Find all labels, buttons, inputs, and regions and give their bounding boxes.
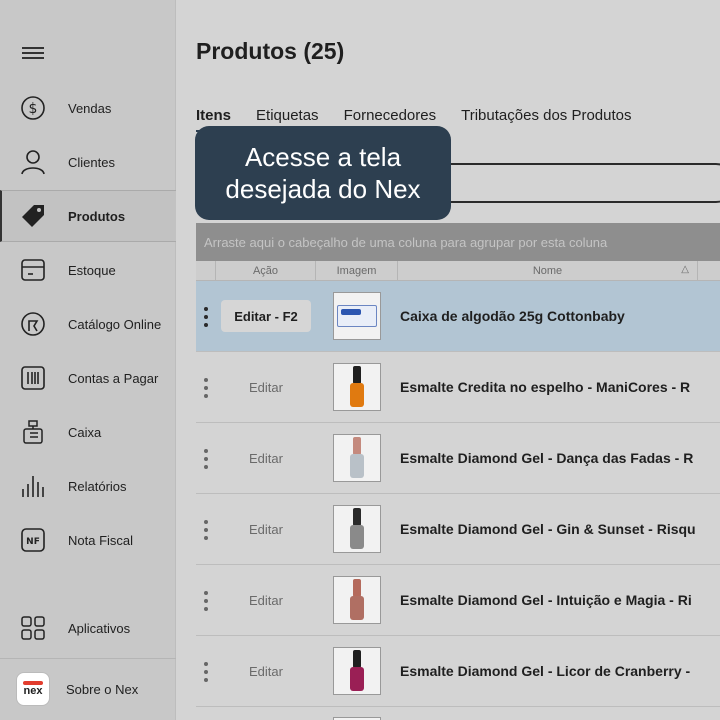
group-by-panel[interactable]: Arraste aqui o cabeçalho de uma coluna p… [196, 223, 720, 261]
person-icon [20, 149, 46, 175]
sidebar-item-nota-fiscal[interactable]: NF Nota Fiscal [0, 514, 176, 566]
table-row[interactable]: Editar Esmalte Diamond Gel - Dança das F… [196, 423, 720, 494]
sidebar-item-label: Catálogo Online [68, 316, 162, 332]
sidebar-item-label: Nota Fiscal [68, 532, 134, 548]
sidebar-item-label: Vendas [68, 100, 112, 116]
product-image [333, 576, 381, 624]
cotton-box-image [337, 305, 377, 327]
dollar-circle-icon: $ [20, 95, 46, 121]
tab-tributacoes[interactable]: Tributações dos Produtos [461, 107, 631, 130]
sidebar-item-estoque[interactable]: Estoque [0, 244, 176, 296]
product-name: Caixa de algodão 25g Cottonbaby [400, 308, 625, 324]
sidebar-item-catalogo[interactable]: Catálogo Online [0, 298, 176, 350]
sidebar-item-label: Estoque [68, 262, 116, 278]
sidebar-item-label: Relatórios [68, 478, 127, 494]
tag-icon [20, 203, 46, 229]
page-title: Produtos (25) [196, 38, 345, 64]
product-image [333, 363, 381, 411]
svg-text:NF: NF [26, 537, 40, 547]
product-name: Esmalte Diamond Gel - Intuição e Magia -… [400, 592, 692, 608]
product-name: Esmalte Diamond Gel - Gin & Sunset - Ris… [400, 521, 696, 537]
nail-polish-bottle-image [350, 437, 364, 479]
barcode-icon [20, 365, 46, 391]
onboarding-tooltip: Acesse a tela desejada do Nex [195, 126, 451, 220]
table-row[interactable]: Editar - F2 Caixa de algodão 25g Cottonb… [196, 281, 720, 352]
product-image [333, 292, 381, 340]
nail-polish-bottle-image [350, 650, 364, 692]
table-row[interactable]: Editar Esmalte Credita no espelho - Mani… [196, 352, 720, 423]
column-header-menu[interactable] [196, 261, 216, 281]
sidebar-item-label: Contas a Pagar [68, 370, 159, 386]
edit-button[interactable]: Editar [221, 584, 311, 616]
table-row[interactable]: Editar Esmalte Diamond Gel - Licor de Cr… [196, 636, 720, 707]
edit-button[interactable]: Editar - F2 [221, 300, 311, 332]
sidebar-divider [0, 658, 176, 659]
sidebar-item-label: Caixa [68, 424, 102, 440]
product-name: Esmalte Diamond Gel - Licor de Cranberry… [400, 663, 691, 679]
nail-polish-bottle-image [350, 508, 364, 550]
product-image [333, 434, 381, 482]
edit-button[interactable]: Editar [221, 513, 311, 545]
column-header-nome[interactable]: Nome △ [398, 261, 698, 281]
sidebar-item-label: Aplicativos [68, 620, 131, 636]
row-menu-icon[interactable] [204, 591, 208, 611]
hamburger-menu-icon[interactable] [22, 44, 44, 62]
row-menu-icon[interactable] [204, 662, 208, 682]
sidebar-item-caixa[interactable]: Caixa [0, 406, 176, 458]
sidebar-item-label: Clientes [68, 154, 115, 170]
column-header-imagem[interactable]: Imagem [316, 261, 398, 281]
sidebar-item-vendas[interactable]: $ Vendas [0, 82, 176, 134]
sort-ascending-icon: △ [681, 264, 689, 275]
main-content: Produtos (25) Itens Etiquetas Fornecedor… [176, 0, 720, 720]
apps-grid-icon [20, 615, 46, 641]
nex-logo: nex [16, 672, 50, 706]
product-image [333, 505, 381, 553]
sidebar-item-relatorios[interactable]: Relatórios [0, 460, 176, 512]
sidebar-item-clientes[interactable]: Clientes [0, 136, 176, 188]
box-icon [20, 257, 46, 283]
edit-button[interactable]: Editar [221, 442, 311, 474]
sidebar-item-label: Produtos [68, 208, 126, 224]
edit-button[interactable]: Editar [221, 371, 311, 403]
sidebar-item-sobre[interactable]: nex Sobre o Nex [0, 662, 176, 716]
row-menu-icon[interactable] [204, 449, 208, 469]
table-row[interactable]: Editar Esmalte Diamond Gel - Intuição e … [196, 565, 720, 636]
svg-text:$: $ [29, 101, 38, 117]
table-row[interactable] [196, 707, 720, 720]
column-header-acao[interactable]: Ação [216, 261, 316, 281]
catalog-icon [20, 311, 46, 337]
row-menu-icon[interactable] [204, 307, 208, 327]
sidebar: $ Vendas Clientes Produtos Estoque Catál… [0, 0, 176, 720]
sidebar-item-label: Sobre o Nex [66, 681, 139, 697]
product-image [333, 647, 381, 695]
row-menu-icon[interactable] [204, 520, 208, 540]
table-row[interactable]: Editar Esmalte Diamond Gel - Gin & Sunse… [196, 494, 720, 565]
sidebar-item-contas-a-pagar[interactable]: Contas a Pagar [0, 352, 176, 404]
bar-chart-icon [20, 473, 46, 499]
grid-header: Ação Imagem Nome △ [196, 261, 720, 281]
nail-polish-bottle-image [350, 366, 364, 408]
nail-polish-bottle-image [350, 579, 364, 621]
group-by-hint: Arraste aqui o cabeçalho de uma coluna p… [204, 234, 608, 250]
sidebar-item-aplicativos[interactable]: Aplicativos [0, 602, 176, 654]
product-name: Esmalte Credita no espelho - ManiCores -… [400, 379, 691, 395]
product-name: Esmalte Diamond Gel - Dança das Fadas - … [400, 450, 694, 466]
row-menu-icon[interactable] [204, 378, 208, 398]
sidebar-item-produtos[interactable]: Produtos [0, 190, 176, 242]
nf-icon: NF [20, 527, 46, 553]
cash-register-icon [20, 419, 46, 445]
tooltip-text: Acesse a tela desejada do Nex [225, 142, 421, 204]
edit-button[interactable]: Editar [221, 655, 311, 687]
